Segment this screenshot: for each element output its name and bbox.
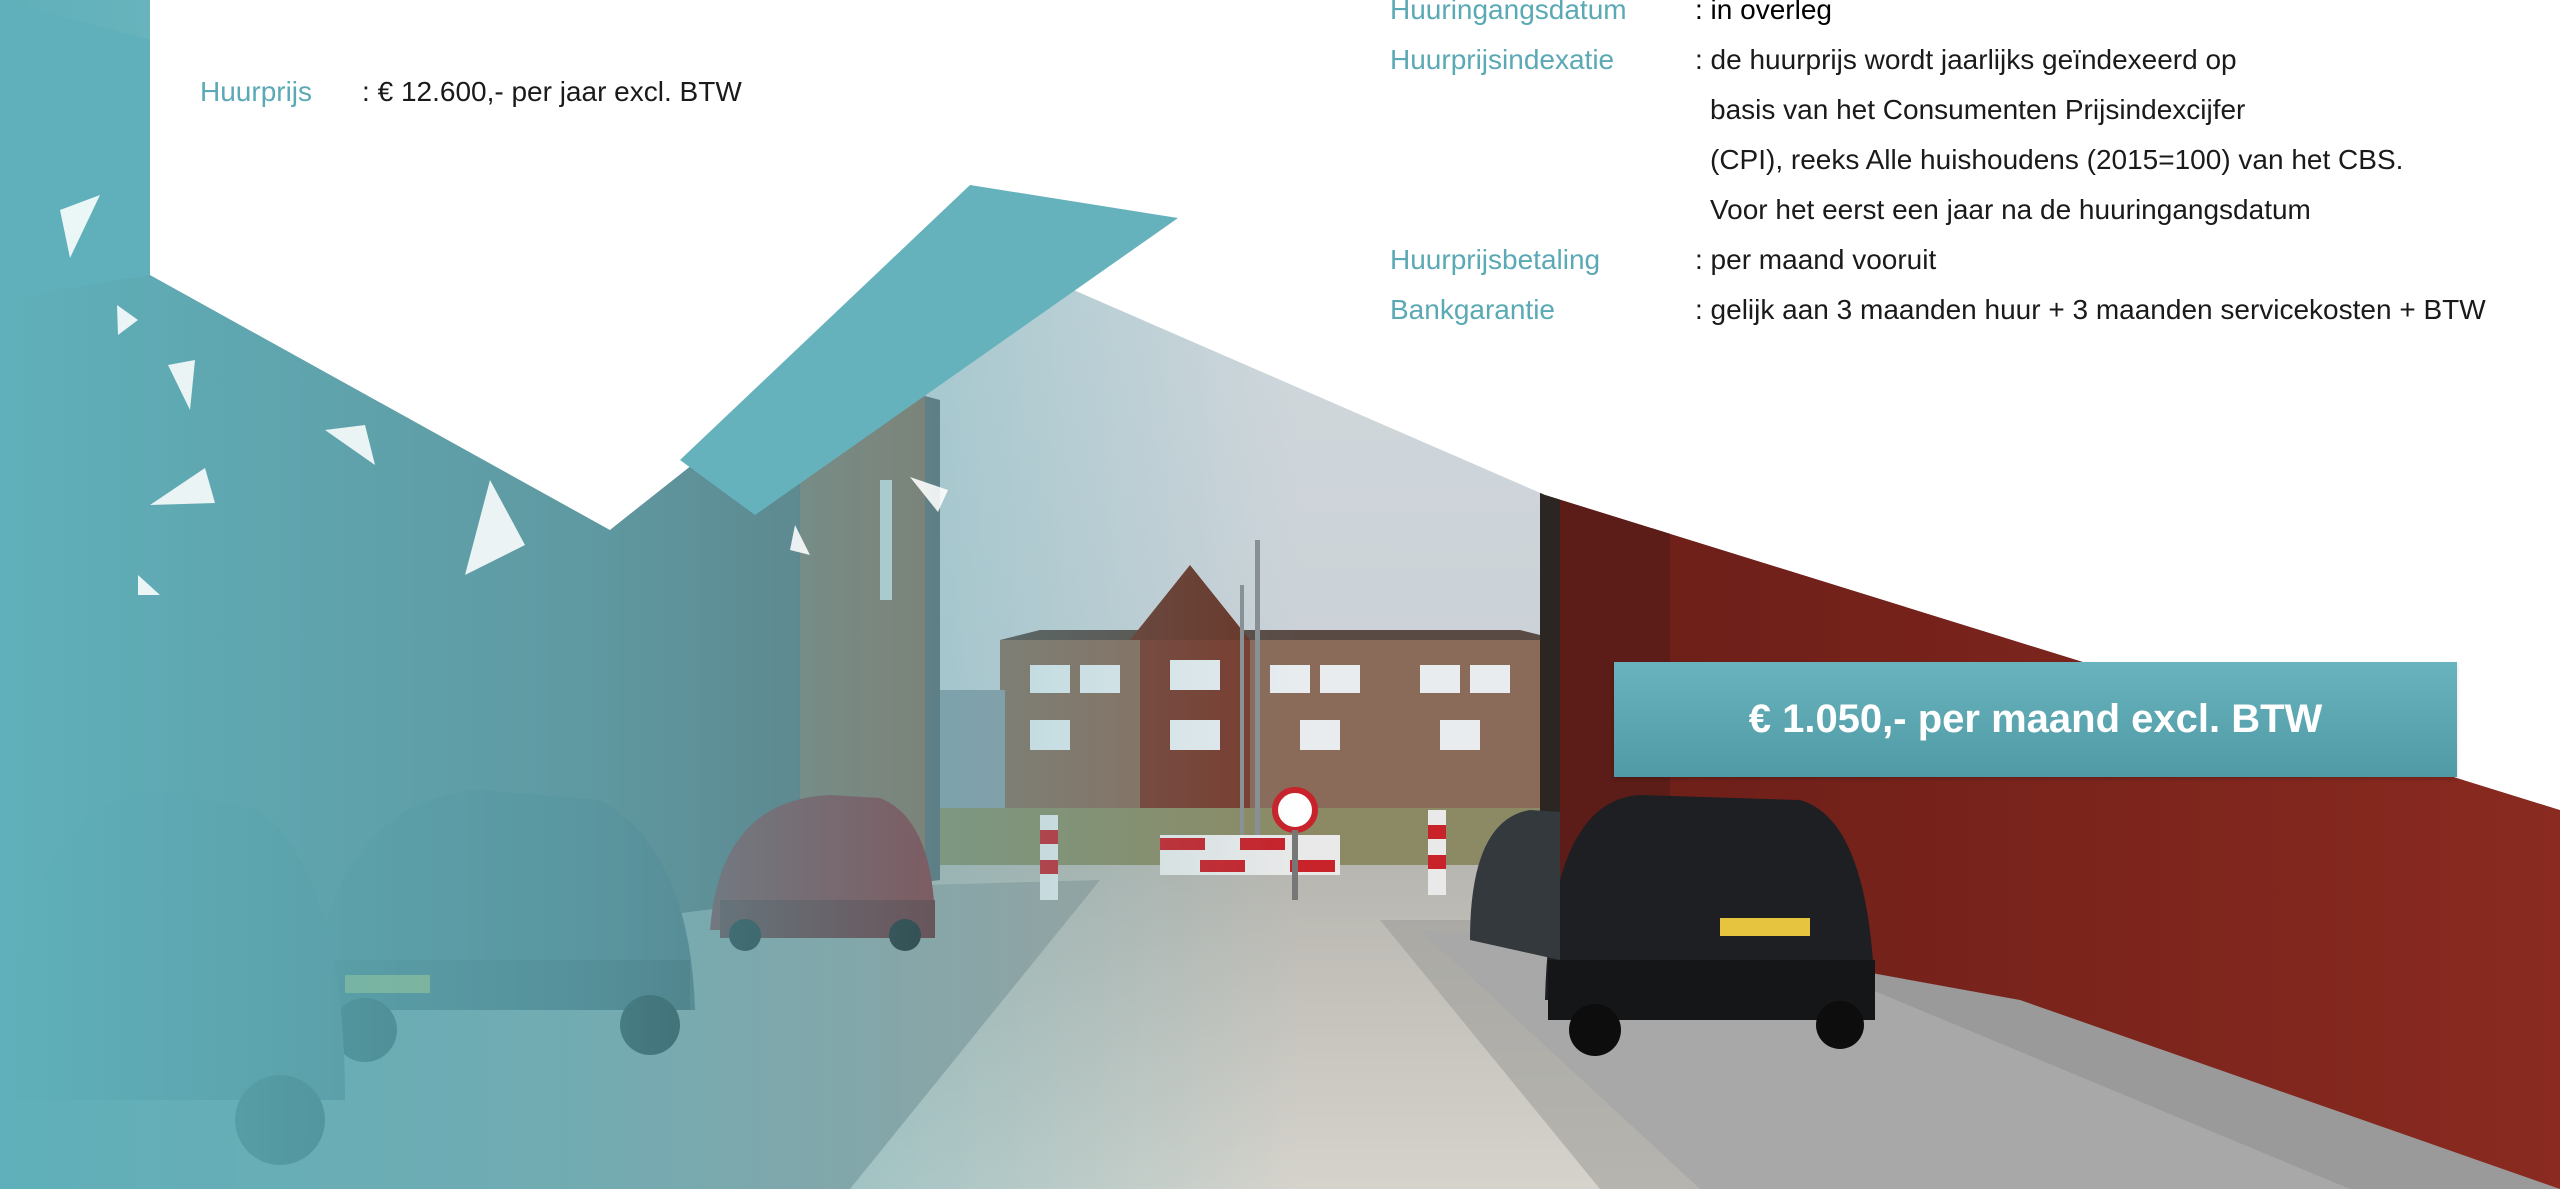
rent-price-label: Huurprijs — [200, 76, 313, 107]
rent-price-row: Huurprijs : € 12.600,- per jaar excl. BTW — [200, 67, 742, 117]
term-value-cont: basis van het Consumenten Prijsindexcijf… — [1710, 94, 2246, 125]
rent-price-value: : € 12.600,- per jaar excl. BTW — [362, 76, 742, 107]
term-value: : gelijk aan 3 maanden huur + 3 maanden … — [1695, 294, 2486, 325]
term-value-cont: Voor het eerst een jaar na de huuringang… — [1710, 194, 2311, 225]
monthly-price-banner: € 1.050,- per maand excl. BTW — [1614, 662, 2457, 777]
term-row: Huuringangsdatum — [1390, 0, 1627, 35]
term-value-cont: (CPI), reeks Alle huishoudens (2015=100)… — [1710, 144, 2404, 175]
term-label: Bankgarantie — [1390, 294, 1556, 325]
term-value: : per maand vooruit — [1695, 244, 1937, 275]
term-label: Huurprijsbetaling — [1390, 244, 1601, 275]
term-label: Huuringangsdatum — [1390, 0, 1627, 25]
term-label: Huurprijsindexatie — [1390, 44, 1615, 75]
term-value: : de huurprijs wordt jaarlijks geïndexee… — [1695, 44, 2237, 75]
term-value: : in overleg — [1695, 0, 1832, 25]
